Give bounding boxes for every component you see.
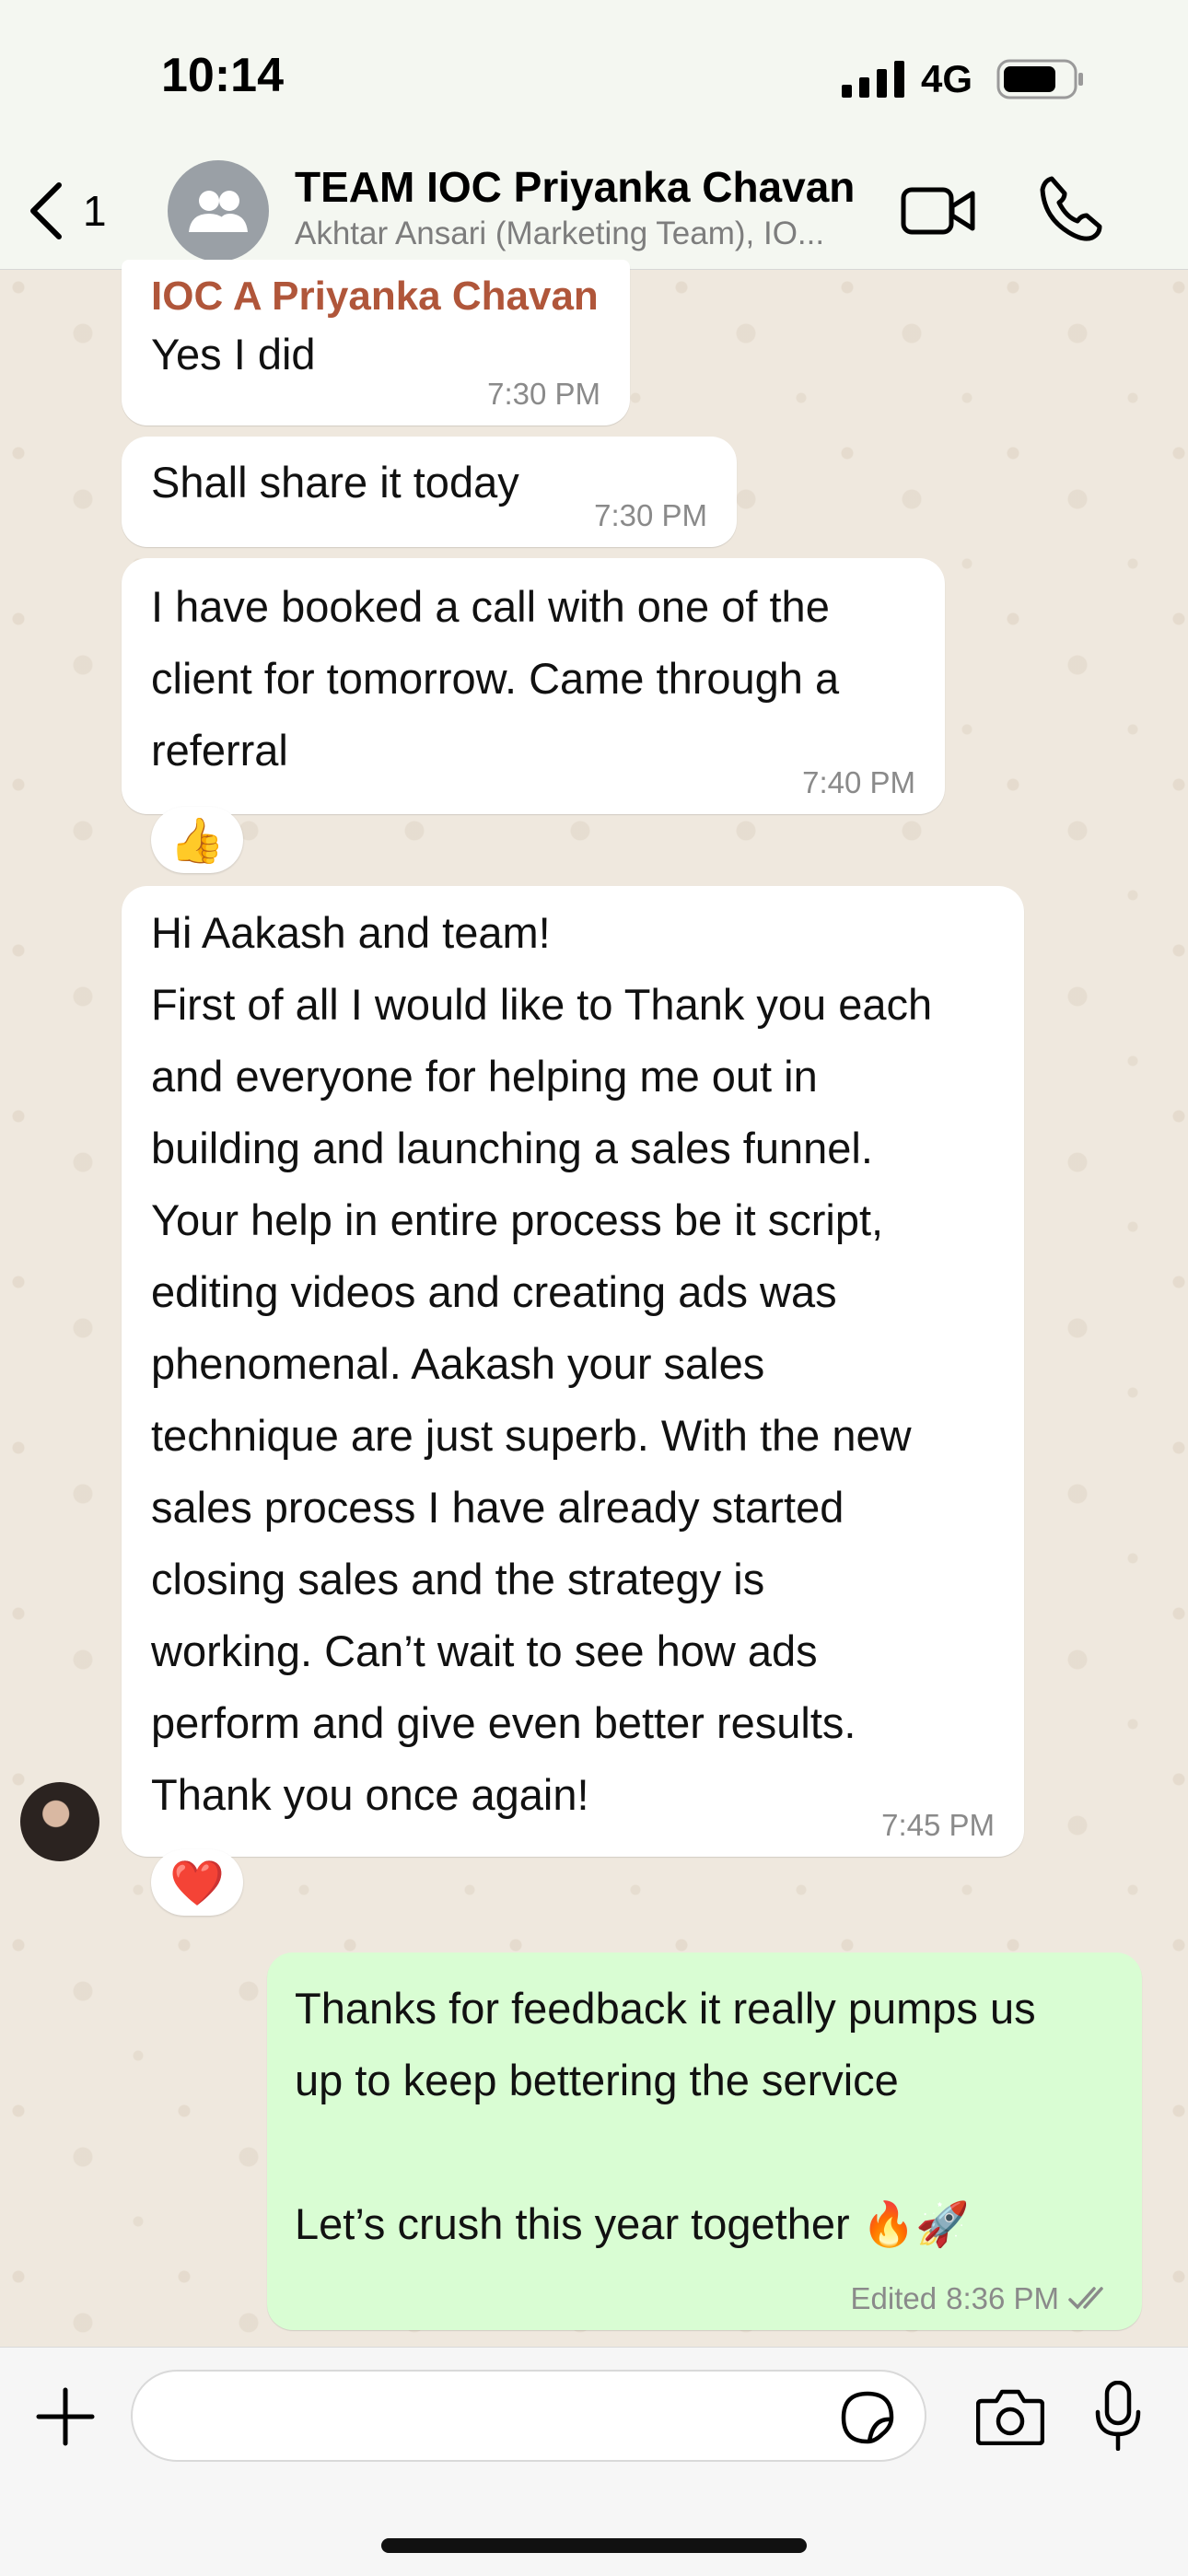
back-button[interactable]: 1	[28, 179, 129, 243]
message-input[interactable]	[131, 2370, 926, 2462]
message-text: Hi Aakash and team! First of all I would…	[151, 908, 933, 1819]
unread-count: 1	[83, 187, 107, 235]
phone-icon[interactable]	[1039, 175, 1105, 243]
status-time: 10:14	[161, 49, 284, 102]
read-ticks-icon	[1068, 2285, 1112, 2313]
network-label: 4G	[921, 57, 973, 100]
chat-title[interactable]: TEAM IOC Priyanka Chavan	[295, 162, 855, 212]
message-time: 7:30 PM	[487, 377, 600, 411]
camera-icon[interactable]	[976, 2388, 1044, 2445]
message-bubble[interactable]: Shall share it today 7:30 PM	[122, 437, 737, 547]
status-bar: 10:14 4G	[0, 0, 1188, 157]
edited-label: Edited	[850, 2281, 938, 2315]
sender-name[interactable]: IOC A Priyanka Chavan	[151, 269, 600, 324]
video-call-icon[interactable]	[901, 179, 976, 243]
chat-subtitle[interactable]: Akhtar Ansari (Marketing Team), IO...	[295, 216, 884, 252]
chevron-left-icon	[30, 182, 62, 239]
message-bubble[interactable]: IOC A Priyanka Chavan Yes I did 7:30 PM	[122, 260, 630, 425]
group-avatar[interactable]	[168, 160, 269, 262]
reaction-thumbs-up[interactable]: 👍	[151, 807, 243, 873]
message-time: 7:30 PM	[594, 498, 707, 532]
chat-header: 1 TEAM IOC Priyanka Chavan Akhtar Ansari…	[0, 157, 1188, 270]
battery-icon	[996, 59, 1083, 99]
message-text: I have booked a call with one of the cli…	[151, 582, 840, 775]
plus-icon[interactable]	[35, 2386, 96, 2447]
message-text: Thanks for feedback it really pumps us u…	[295, 1984, 1036, 2248]
sticker-icon[interactable]	[840, 2390, 895, 2445]
member-avatar[interactable]	[20, 1782, 99, 1861]
message-time: 8:36 PM	[946, 2281, 1059, 2315]
signal-icon	[842, 61, 904, 98]
group-icon	[189, 191, 248, 232]
outgoing-message-bubble[interactable]: Thanks for feedback it really pumps us u…	[267, 1952, 1142, 2330]
home-indicator	[381, 2538, 807, 2553]
reaction-heart[interactable]: ❤️	[151, 1849, 243, 1916]
mic-icon[interactable]	[1092, 2381, 1144, 2451]
message-time: 7:40 PM	[802, 765, 915, 799]
message-bubble[interactable]: I have booked a call with one of the cli…	[122, 558, 945, 814]
message-meta: Edited 8:36 PM	[851, 2280, 1112, 2317]
message-bubble[interactable]: Hi Aakash and team! First of all I would…	[122, 886, 1024, 1857]
message-time: 7:45 PM	[881, 1808, 995, 1842]
